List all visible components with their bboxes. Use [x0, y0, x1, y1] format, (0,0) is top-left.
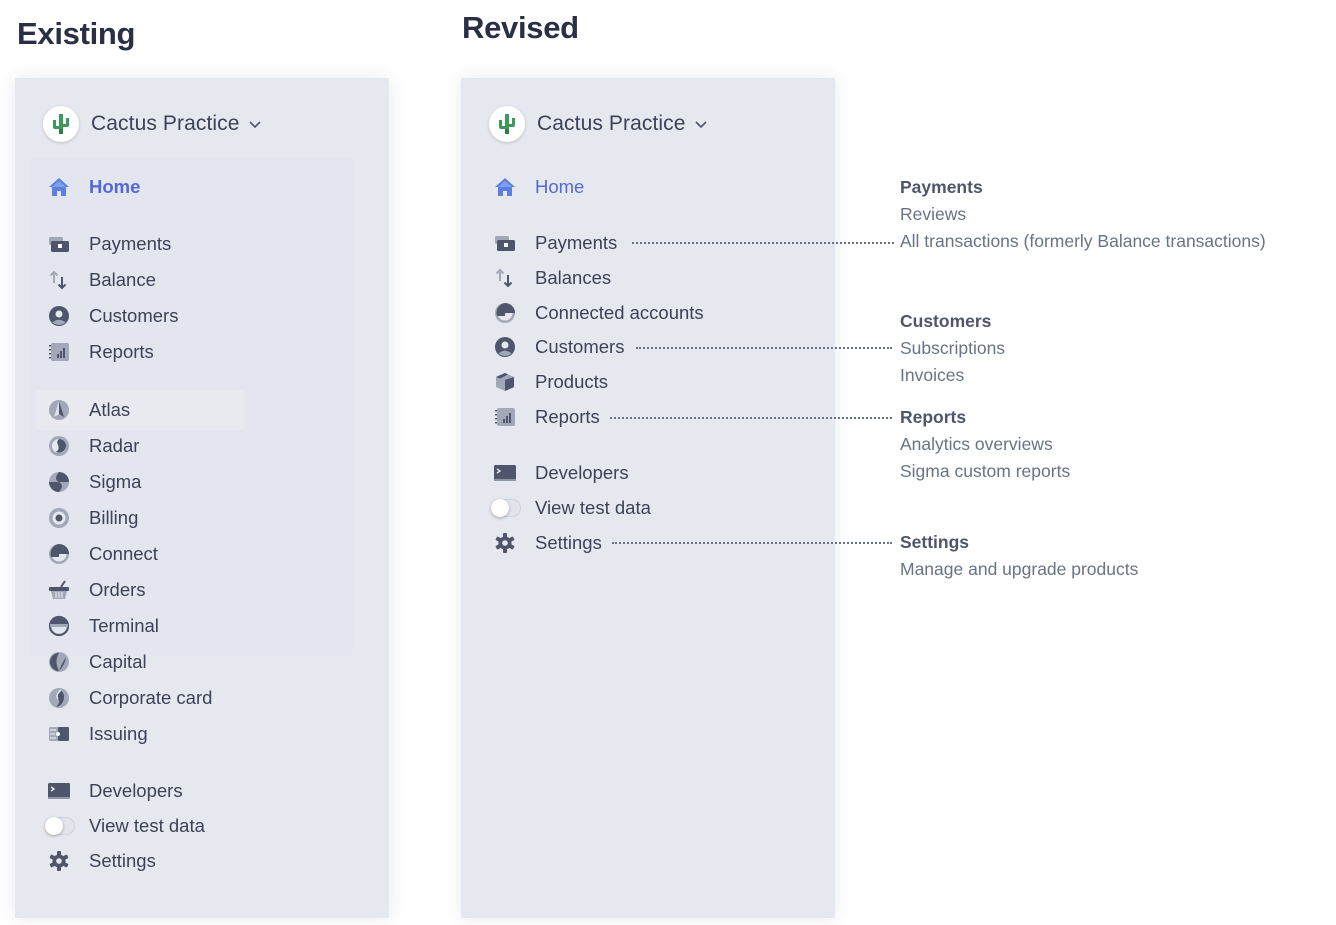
- reports-icon: [493, 405, 517, 429]
- chevron-down-icon: [694, 121, 707, 129]
- nav-item-radar[interactable]: Radar: [47, 432, 139, 460]
- nav-item-reports[interactable]: Reports: [493, 403, 600, 431]
- nav-item-terminal[interactable]: Terminal: [47, 612, 159, 640]
- connect-icon: [47, 542, 71, 566]
- home-icon: [47, 175, 71, 199]
- leader-line-customers: [636, 347, 892, 349]
- existing-sidebar: Cactus Practice Home Payments Balance Cu…: [15, 78, 389, 918]
- gear-icon: [47, 849, 71, 873]
- nav-item-balance[interactable]: Balance: [47, 266, 156, 294]
- view-test-data-toggle[interactable]: [491, 499, 521, 517]
- terminal-icon: [47, 614, 71, 638]
- capital-icon: [47, 650, 71, 674]
- leader-line-reports: [610, 417, 892, 419]
- developers-icon: [47, 779, 71, 803]
- detail-item: All transactions (formerly Balance trans…: [900, 231, 1266, 251]
- nav-item-capital[interactable]: Capital: [47, 648, 147, 676]
- view-test-data-toggle[interactable]: [45, 817, 75, 835]
- detail-item: Sigma custom reports: [900, 461, 1071, 481]
- account-switcher[interactable]: Cactus Practice: [489, 106, 708, 142]
- leader-line-payments: [632, 242, 894, 244]
- nav-item-home[interactable]: Home: [47, 173, 140, 201]
- gear-icon: [493, 531, 517, 555]
- nav-item-atlas[interactable]: Atlas: [47, 396, 130, 424]
- reports-icon: [47, 340, 71, 364]
- detail-item: Subscriptions: [900, 338, 1006, 358]
- cactus-icon: [43, 106, 79, 142]
- balance-arrows-icon: [493, 266, 517, 290]
- nav-item-customers[interactable]: Customers: [493, 333, 624, 361]
- nav-item-products[interactable]: Products: [493, 368, 608, 396]
- nav-item-connected-accounts[interactable]: Connected accounts: [493, 299, 704, 327]
- nav-item-corporate-card[interactable]: Corporate card: [47, 684, 212, 712]
- nav-item-developers[interactable]: Developers: [493, 459, 629, 487]
- nav-item-connect[interactable]: Connect: [47, 540, 158, 568]
- nav-item-view-test-data[interactable]: View test data: [491, 494, 651, 522]
- leader-line-settings: [612, 542, 892, 544]
- detail-group-reports: Reports Analytics overviews Sigma custom…: [900, 404, 1070, 485]
- nav-item-customers[interactable]: Customers: [47, 302, 178, 330]
- detail-item: Manage and upgrade products: [900, 559, 1139, 579]
- nav-item-settings[interactable]: Settings: [47, 847, 156, 875]
- revised-heading: Revised: [462, 10, 579, 45]
- nav-item-view-test-data[interactable]: View test data: [45, 812, 205, 840]
- connect-icon: [493, 301, 517, 325]
- cactus-icon: [489, 106, 525, 142]
- detail-group-settings: Settings Manage and upgrade products: [900, 529, 1138, 583]
- nav-item-issuing[interactable]: Issuing: [47, 720, 148, 748]
- issuing-icon: [47, 722, 71, 746]
- nav-item-sigma[interactable]: Sigma: [47, 468, 141, 496]
- payments-icon: [493, 231, 517, 255]
- radar-icon: [47, 434, 71, 458]
- nav-item-payments[interactable]: Payments: [493, 229, 617, 257]
- detail-item: Invoices: [900, 365, 965, 385]
- nav-item-developers[interactable]: Developers: [47, 777, 183, 805]
- nav-item-balances[interactable]: Balances: [493, 264, 611, 292]
- detail-item: Analytics overviews: [900, 434, 1053, 454]
- existing-heading: Existing: [17, 16, 136, 51]
- account-name: Cactus Practice: [91, 112, 240, 135]
- products-box-icon: [493, 370, 517, 394]
- revised-sidebar: Cactus Practice Home Payments Balances C…: [461, 78, 835, 918]
- corporate-card-icon: [47, 686, 71, 710]
- nav-item-billing[interactable]: Billing: [47, 504, 138, 532]
- billing-icon: [47, 506, 71, 530]
- nav-item-payments[interactable]: Payments: [47, 230, 171, 258]
- sigma-icon: [47, 470, 71, 494]
- chevron-down-icon: [248, 121, 261, 129]
- developers-icon: [493, 461, 517, 485]
- detail-group-customers: Customers Subscriptions Invoices: [900, 308, 1005, 389]
- account-name: Cactus Practice: [537, 112, 686, 135]
- payments-icon: [47, 232, 71, 256]
- balance-arrows-icon: [47, 268, 71, 292]
- customer-icon: [493, 335, 517, 359]
- home-icon: [493, 175, 517, 199]
- detail-group-payments: Payments Reviews All transactions (forme…: [900, 174, 1266, 255]
- account-switcher[interactable]: Cactus Practice: [43, 106, 262, 142]
- atlas-icon: [47, 398, 71, 422]
- orders-basket-icon: [47, 578, 71, 602]
- detail-item: Reviews: [900, 204, 967, 224]
- nav-item-orders[interactable]: Orders: [47, 576, 146, 604]
- nav-item-home[interactable]: Home: [493, 173, 584, 201]
- nav-item-settings[interactable]: Settings: [493, 529, 602, 557]
- customer-icon: [47, 304, 71, 328]
- nav-item-reports[interactable]: Reports: [47, 338, 154, 366]
